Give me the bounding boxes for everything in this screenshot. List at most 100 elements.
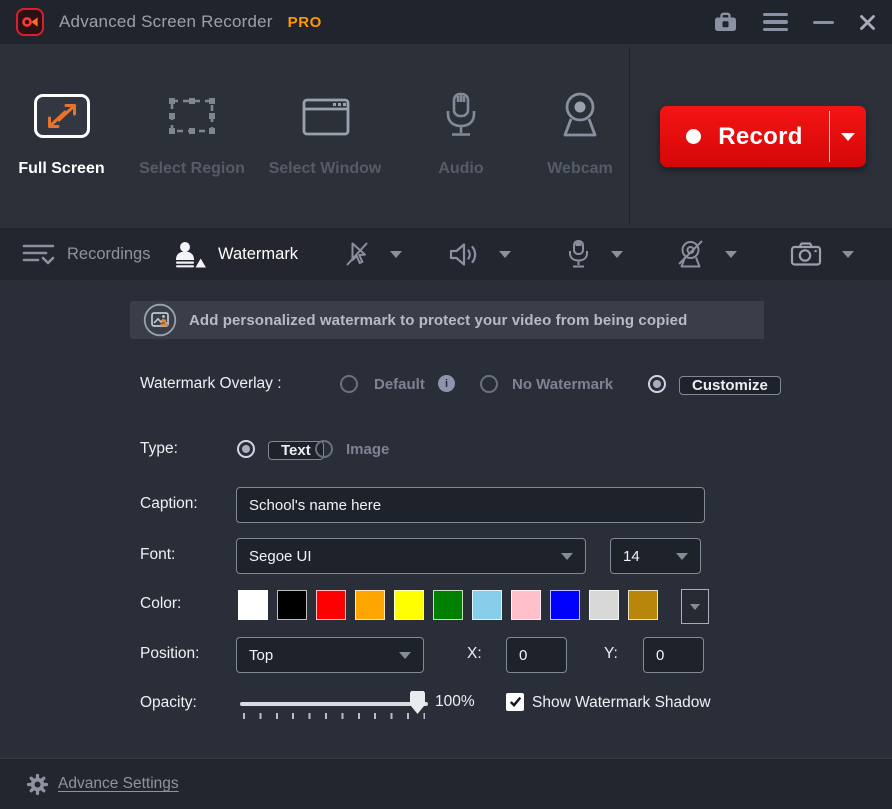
gear-icon [26, 773, 49, 796]
record-dropdown-button[interactable] [830, 106, 866, 167]
color-label: Color: [140, 595, 181, 613]
radio-image-label[interactable]: Image [346, 441, 389, 458]
webcam-icon [557, 88, 603, 144]
cursor-off-icon [344, 241, 370, 267]
toolbox-icon[interactable] [713, 11, 738, 33]
chevron-down-icon [690, 604, 700, 610]
color-swatch[interactable] [550, 590, 580, 620]
opacity-slider[interactable] [240, 686, 428, 720]
chevron-down-icon [561, 553, 573, 560]
position-label: Position: [140, 645, 199, 663]
cursor-effects-dropdown[interactable] [344, 228, 402, 280]
watermark-stamp-icon [173, 240, 206, 269]
caption-input[interactable] [236, 487, 705, 523]
color-swatch[interactable] [628, 590, 658, 620]
menu-icon[interactable] [763, 8, 788, 36]
color-swatch[interactable] [511, 590, 541, 620]
titlebar: Advanced Screen Recorder PRO [0, 0, 892, 44]
radio-default-label[interactable]: Default [374, 376, 425, 393]
minimize-icon[interactable] [813, 21, 834, 24]
pro-badge: PRO [288, 14, 322, 31]
watermark-image-icon [143, 303, 177, 337]
color-swatch[interactable] [472, 590, 502, 620]
chevron-down-icon [390, 251, 402, 258]
color-swatch-row [238, 590, 658, 620]
tab-watermark[interactable]: Watermark [173, 228, 298, 280]
check-icon [509, 696, 522, 708]
record-dot-icon [686, 129, 701, 144]
radio-no-watermark-label[interactable]: No Watermark [512, 376, 613, 393]
chevron-down-icon [676, 553, 688, 560]
type-label: Type: [140, 440, 178, 458]
watermark-panel: Add personalized watermark to protect yo… [0, 280, 892, 758]
app-title: Advanced Screen Recorder [59, 12, 273, 32]
app-window: Advanced Screen Recorder PRO [0, 0, 892, 809]
overlay-label: Watermark Overlay : [140, 375, 282, 393]
position-select[interactable]: Top [236, 637, 424, 673]
footer: Advance Settings [0, 758, 892, 809]
font-label: Font: [140, 546, 175, 564]
mode-select-region[interactable]: Select Region [124, 44, 260, 178]
webcam-overlay-dropdown[interactable] [676, 228, 737, 280]
radio-default[interactable] [340, 375, 358, 393]
chevron-down-icon [611, 251, 623, 258]
banner-text: Add personalized watermark to protect yo… [189, 312, 687, 329]
mode-select-window[interactable]: Select Window [257, 44, 393, 178]
system-sound-dropdown[interactable] [448, 228, 511, 280]
mode-full-screen[interactable]: Full Screen [14, 44, 109, 178]
chevron-down-icon [499, 251, 511, 258]
caption-label: Caption: [140, 495, 198, 513]
color-swatch[interactable] [316, 590, 346, 620]
color-swatch[interactable] [589, 590, 619, 620]
radio-no-watermark[interactable] [480, 375, 498, 393]
color-swatch[interactable] [433, 590, 463, 620]
capture-toolbar: Full Screen Select Region [0, 44, 892, 228]
options-bar: Recordings Watermark [0, 228, 892, 280]
mode-audio[interactable]: Audio [420, 44, 502, 178]
advance-settings-link[interactable]: Advance Settings [58, 775, 179, 793]
screenshot-dropdown[interactable] [790, 228, 854, 280]
select-window-icon [296, 88, 354, 144]
microphone-icon [566, 239, 591, 269]
chevron-down-icon [399, 652, 411, 659]
radio-text[interactable] [237, 440, 255, 458]
speaker-icon [448, 241, 479, 268]
info-icon[interactable]: i [438, 375, 455, 392]
watermark-banner: Add personalized watermark to protect yo… [130, 301, 764, 339]
shadow-checkbox-label[interactable]: Show Watermark Shadow [532, 694, 711, 712]
record-button[interactable]: Record [660, 106, 866, 167]
radio-image[interactable] [315, 440, 333, 458]
y-input[interactable] [643, 637, 704, 673]
color-swatch[interactable] [355, 590, 385, 620]
x-input[interactable] [506, 637, 567, 673]
shadow-checkbox[interactable] [506, 693, 524, 711]
app-logo-icon [16, 8, 44, 36]
font-size-select[interactable]: 14 [610, 538, 701, 574]
close-icon[interactable] [859, 14, 876, 31]
microphone-icon [441, 88, 481, 144]
x-label: X: [467, 645, 482, 663]
color-swatch[interactable] [394, 590, 424, 620]
color-swatch[interactable] [277, 590, 307, 620]
microphone-dropdown[interactable] [566, 228, 623, 280]
select-region-icon [163, 88, 221, 144]
slider-handle[interactable] [410, 691, 425, 714]
toolbar-divider [629, 46, 630, 226]
y-label: Y: [604, 645, 618, 663]
record-label: Record [718, 123, 803, 151]
slider-ticks [243, 713, 425, 719]
radio-customize[interactable] [648, 375, 666, 393]
chevron-down-icon [841, 133, 855, 141]
color-more-dropdown[interactable] [681, 589, 709, 624]
mode-label: Audio [438, 160, 483, 178]
position-select-value: Top [249, 647, 273, 664]
slider-track[interactable] [240, 702, 428, 706]
color-swatch[interactable] [238, 590, 268, 620]
opacity-value: 100% [435, 693, 475, 711]
radio-customize-label[interactable]: Customize [679, 376, 781, 395]
mode-label: Full Screen [18, 160, 104, 178]
tab-label: Watermark [218, 245, 298, 264]
font-select[interactable]: Segoe UI [236, 538, 586, 574]
mode-webcam[interactable]: Webcam [535, 44, 625, 178]
tab-recordings[interactable]: Recordings [22, 228, 150, 280]
